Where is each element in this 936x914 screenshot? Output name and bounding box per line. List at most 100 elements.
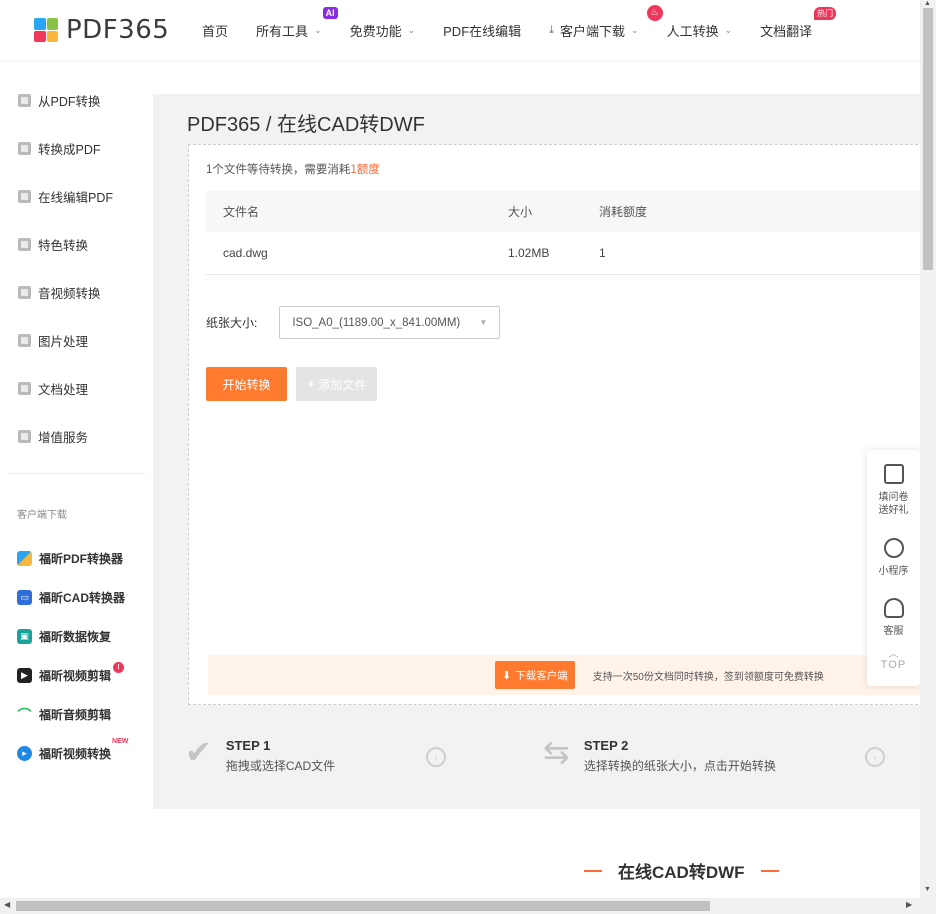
paper-size-value: ISO_A0_(1189.00_x_841.00MM) (292, 316, 461, 329)
client-download-title: 客户端下载 (17, 510, 67, 521)
nav-label: 人工转换 (666, 23, 719, 39)
fire-icon: ♨ (646, 4, 663, 21)
service-icon (18, 429, 31, 443)
table-header: 文件名 大小 消耗额度 (206, 191, 926, 232)
page: PDF365 首页 所有工具 ⌄ AI 免费功能 ⌄ PDF在线编辑 ⤓ 客户端下载 ⌄ … (0, 0, 936, 914)
miniapp-button[interactable]: 小程序 (867, 538, 920, 578)
edit-pdf-icon (18, 189, 31, 203)
top-label: TOP (880, 659, 907, 671)
paper-size-row: 纸张大小: ISO_A0_(1189.00_x_841.00MM) ▼ (206, 306, 501, 339)
pending-info-text: 1个文件等待转换，需要消耗 (206, 164, 351, 176)
app-pdf-converter[interactable]: 福昕PDF转换器 (0, 539, 153, 578)
data-recovery-icon: ▣ (17, 629, 32, 644)
app-label: 福昕音频剪辑 (39, 708, 112, 722)
sidebar-item-convert-from-pdf[interactable]: 从PDF转换 (0, 76, 153, 124)
step-next-icon: › (426, 747, 446, 767)
logo[interactable]: PDF365 (34, 15, 184, 45)
nav-manual-convert[interactable]: ♨ 人工转换 ⌄ (646, 4, 732, 40)
survey-icon (883, 464, 904, 484)
horizontal-scroll-thumb[interactable] (16, 901, 710, 911)
shield-icon (18, 237, 31, 251)
nav-client-download[interactable]: ⤓ 客户端下载 ⌄ (549, 21, 638, 40)
new-badge: NEW (112, 738, 129, 745)
sidebar-item-edit-pdf[interactable]: 在线编辑PDF (0, 172, 153, 220)
app-data-recovery[interactable]: ▣ 福昕数据恢复 (0, 617, 153, 656)
step-1: ✔ STEP 1 拖拽或选择CAD文件 (185, 730, 335, 774)
customer-service-button[interactable]: 客服 (867, 598, 920, 638)
nav-home[interactable]: 首页 (202, 21, 228, 40)
app-label: 福昕CAD转换器 (39, 591, 125, 605)
vertical-scrollbar[interactable]: ▲ ▼ (920, 0, 936, 898)
nav-label: 首页 (202, 23, 229, 39)
file-cost: 1 (599, 246, 606, 260)
cost-highlight: 1额度 (350, 164, 380, 176)
sidebar: 从PDF转换 转换成PDF 在线编辑PDF 特色转换 音视频转换 图片处理 文档… (0, 60, 153, 898)
step-title: STEP 1 (225, 738, 271, 753)
sidebar-item-document[interactable]: 文档处理 (0, 364, 153, 412)
nav-label: PDF在线编辑 (443, 23, 522, 39)
sidebar-item-feature[interactable]: 特色转换 (0, 220, 153, 268)
paper-size-select[interactable]: ISO_A0_(1189.00_x_841.00MM) ▼ (279, 306, 501, 339)
sidebar-item-label: 特色转换 (38, 238, 89, 253)
promo-bar: ⬇ 下载客户端 支持一次50份文档同时转换，签到领额度可免费转换 (208, 655, 929, 695)
nav-pdf-online-edit[interactable]: PDF在线编辑 (443, 21, 521, 40)
promo-text: 支持一次50份文档同时转换，签到领额度可免费转换 (592, 671, 824, 683)
app-label: 福昕PDF转换器 (39, 552, 124, 566)
back-to-top-button[interactable]: ︿ TOP (867, 650, 920, 672)
add-file-button[interactable]: + 添加文件 (296, 367, 377, 401)
scroll-left-icon[interactable]: ◀ (4, 900, 10, 909)
plus-icon: + (306, 375, 316, 393)
download-icon: ⬇ (502, 669, 512, 682)
download-client-button[interactable]: ⬇ 下载客户端 (495, 661, 575, 689)
miniapp-icon (883, 538, 904, 558)
floating-toolbar: 填问卷送好礼 小程序 客服 ︿ TOP (867, 450, 920, 686)
sidebar-item-convert-to-pdf[interactable]: 转换成PDF (0, 124, 153, 172)
pdf-converter-icon (17, 551, 32, 566)
survey-button[interactable]: 填问卷送好礼 (867, 464, 920, 517)
document-icon (18, 381, 31, 395)
pending-info: 1个文件等待转换，需要消耗1额度 (206, 161, 380, 177)
check-icon: ✔ (185, 734, 212, 770)
table-row: cad.dwg 1.02MB 1 (206, 232, 926, 275)
upload-panel: 1个文件等待转换，需要消耗1额度 文件名 大小 消耗额度 cad.dwg 1.0… (188, 144, 929, 705)
scroll-down-icon[interactable]: ▼ (924, 886, 931, 893)
title-decoration (760, 869, 779, 872)
swap-icon: ⇆ (543, 734, 570, 770)
sidebar-item-video[interactable]: 音视频转换 (0, 268, 153, 316)
file-size: 1.02MB (508, 246, 550, 260)
sidebar-item-image[interactable]: 图片处理 (0, 316, 153, 364)
headset-icon (883, 598, 904, 618)
vertical-scroll-thumb[interactable] (923, 8, 933, 270)
app-audio-editor[interactable]: ⌒ 福昕音频剪辑 (0, 695, 153, 734)
app-label: 福昕视频剪辑 (39, 669, 112, 683)
nav-label: 免费功能 (349, 23, 402, 39)
start-convert-button[interactable]: 开始转换 (206, 367, 287, 401)
hot-icon: ! (113, 662, 124, 673)
title-decoration (584, 869, 602, 872)
nav-free-features[interactable]: 免费功能 ⌄ (350, 21, 416, 40)
convert-from-pdf-icon (18, 93, 31, 107)
nav-label: 客户端下载 (560, 23, 626, 39)
sidebar-item-label: 文档处理 (38, 382, 89, 397)
app-video-converter[interactable]: ▸ 福昕视频转换 NEW (0, 734, 153, 773)
file-name: cad.dwg (223, 246, 268, 260)
scroll-up-icon[interactable]: ▲ (924, 0, 931, 7)
video-icon (18, 285, 31, 299)
download-client-label: 下载客户端 (515, 669, 568, 682)
chevron-down-icon: ⌄ (314, 24, 322, 35)
nav-doc-translate[interactable]: 文档翻译 热门 (760, 6, 837, 40)
step-desc: 选择转换的纸张大小，点击开始转换 (583, 759, 776, 773)
horizontal-scrollbar[interactable]: ◀ ▶ (0, 898, 936, 914)
download-icon: ⤓ (549, 23, 555, 36)
app-label: 福昕数据恢复 (39, 630, 112, 644)
sidebar-item-label: 增值服务 (38, 430, 89, 445)
app-label: 福昕视频转换 (39, 747, 112, 761)
sidebar-item-label: 从PDF转换 (38, 94, 101, 109)
scroll-right-icon[interactable]: ▶ (906, 900, 912, 909)
chevron-down-icon: ⌄ (631, 24, 639, 35)
app-cad-converter[interactable]: ▭ 福昕CAD转换器 (0, 578, 153, 617)
caret-down-icon: ▼ (479, 318, 488, 327)
sidebar-item-service[interactable]: 增值服务 (0, 412, 153, 460)
nav-all-tools[interactable]: 所有工具 ⌄ AI (256, 6, 338, 40)
app-video-editor[interactable]: ▶ 福昕视频剪辑! (0, 656, 153, 695)
